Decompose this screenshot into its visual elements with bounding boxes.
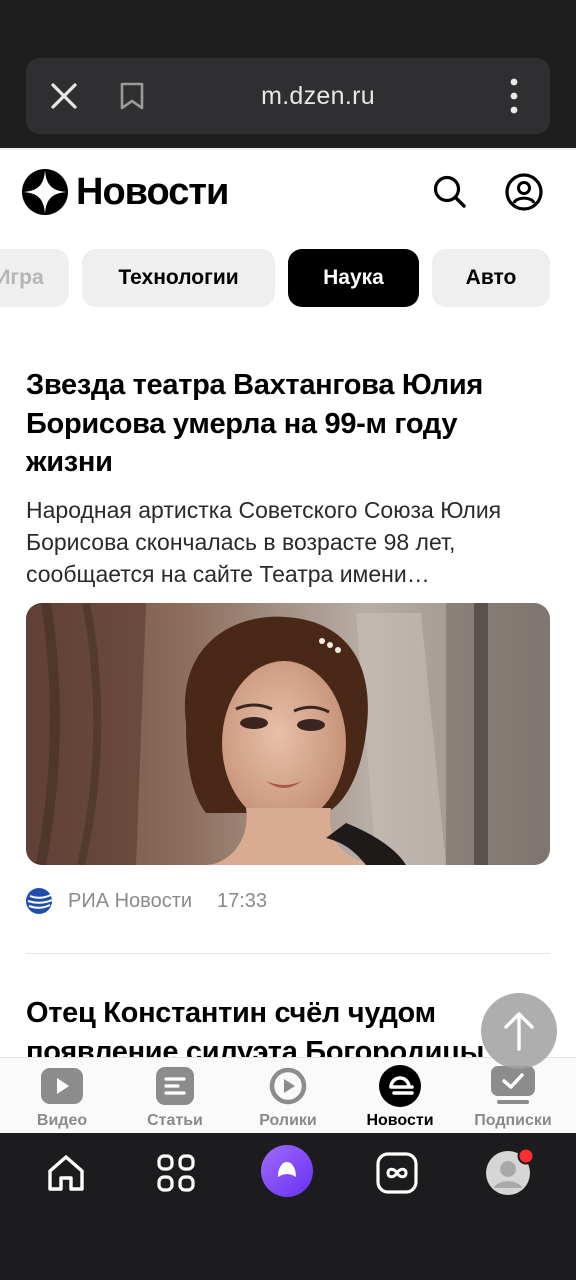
bookmark-icon[interactable] xyxy=(100,58,164,134)
nav-articles[interactable]: Статьи xyxy=(125,1058,225,1133)
news-time: 17:33 xyxy=(217,890,268,912)
url-text[interactable]: m.dzen.ru xyxy=(166,58,470,134)
news-card[interactable]: Звезда театра Вахтангова Юлия Борисова у… xyxy=(26,366,550,590)
news-icon xyxy=(378,1064,422,1108)
page-title[interactable]: Новости xyxy=(76,166,229,218)
url-bar[interactable]: m.dzen.ru xyxy=(26,58,550,134)
dzen-logo-icon[interactable] xyxy=(22,169,68,215)
nav-label: Видео xyxy=(36,1112,88,1129)
clips-icon xyxy=(266,1064,310,1108)
nav-label: Подписки xyxy=(474,1112,552,1129)
apps-icon[interactable] xyxy=(148,1145,204,1201)
nav-label: Статьи xyxy=(147,1112,203,1129)
articles-icon xyxy=(153,1064,197,1108)
site-header: Новости xyxy=(0,166,576,218)
nav-clips[interactable]: Ролики xyxy=(238,1058,338,1133)
home-icon[interactable] xyxy=(38,1145,94,1201)
tab-cut[interactable]: Игра xyxy=(0,249,69,307)
tab-science[interactable]: Наука xyxy=(288,249,419,307)
page-content: Новости Игра Технологии Наука Авто Звезд… xyxy=(0,148,576,1133)
category-tabs: Игра Технологии Наука Авто xyxy=(0,249,576,307)
avatar-icon[interactable] xyxy=(480,1145,536,1201)
bottom-nav: Видео Статьи Ролики Новости Подписки xyxy=(0,1057,576,1133)
nav-label: Новости xyxy=(366,1112,434,1129)
system-nav-bar xyxy=(0,1133,576,1280)
nav-label: Ролики xyxy=(259,1112,317,1129)
ria-logo-icon xyxy=(26,888,53,914)
tab-technology[interactable]: Технологии xyxy=(82,249,275,307)
profile-icon[interactable] xyxy=(502,170,546,214)
divider xyxy=(26,953,550,954)
news-image[interactable] xyxy=(26,603,550,865)
alice-icon[interactable] xyxy=(259,1143,315,1199)
scroll-to-top-button[interactable] xyxy=(481,993,557,1069)
tab-auto[interactable]: Авто xyxy=(432,249,550,307)
divider xyxy=(0,148,576,150)
news-description[interactable]: Народная артистка Советского Союза Юлия … xyxy=(26,494,550,590)
infinity-icon[interactable] xyxy=(369,1145,425,1201)
nav-video[interactable]: Видео xyxy=(12,1058,112,1133)
news-title[interactable]: Звезда театра Вахтангова Юлия Борисова у… xyxy=(26,366,550,482)
nav-subscriptions[interactable]: Подписки xyxy=(463,1058,563,1133)
more-vertical-icon[interactable] xyxy=(482,58,546,134)
nav-news[interactable]: Новости xyxy=(350,1058,450,1133)
browser-toolbar: m.dzen.ru xyxy=(0,0,576,148)
subscriptions-icon xyxy=(491,1064,535,1108)
source-name[interactable]: РИА Новости xyxy=(68,888,192,914)
search-icon[interactable] xyxy=(428,170,472,214)
close-icon[interactable] xyxy=(32,58,96,134)
video-icon xyxy=(40,1064,84,1108)
news-source[interactable]: РИА Новости 17:33 xyxy=(26,888,426,914)
